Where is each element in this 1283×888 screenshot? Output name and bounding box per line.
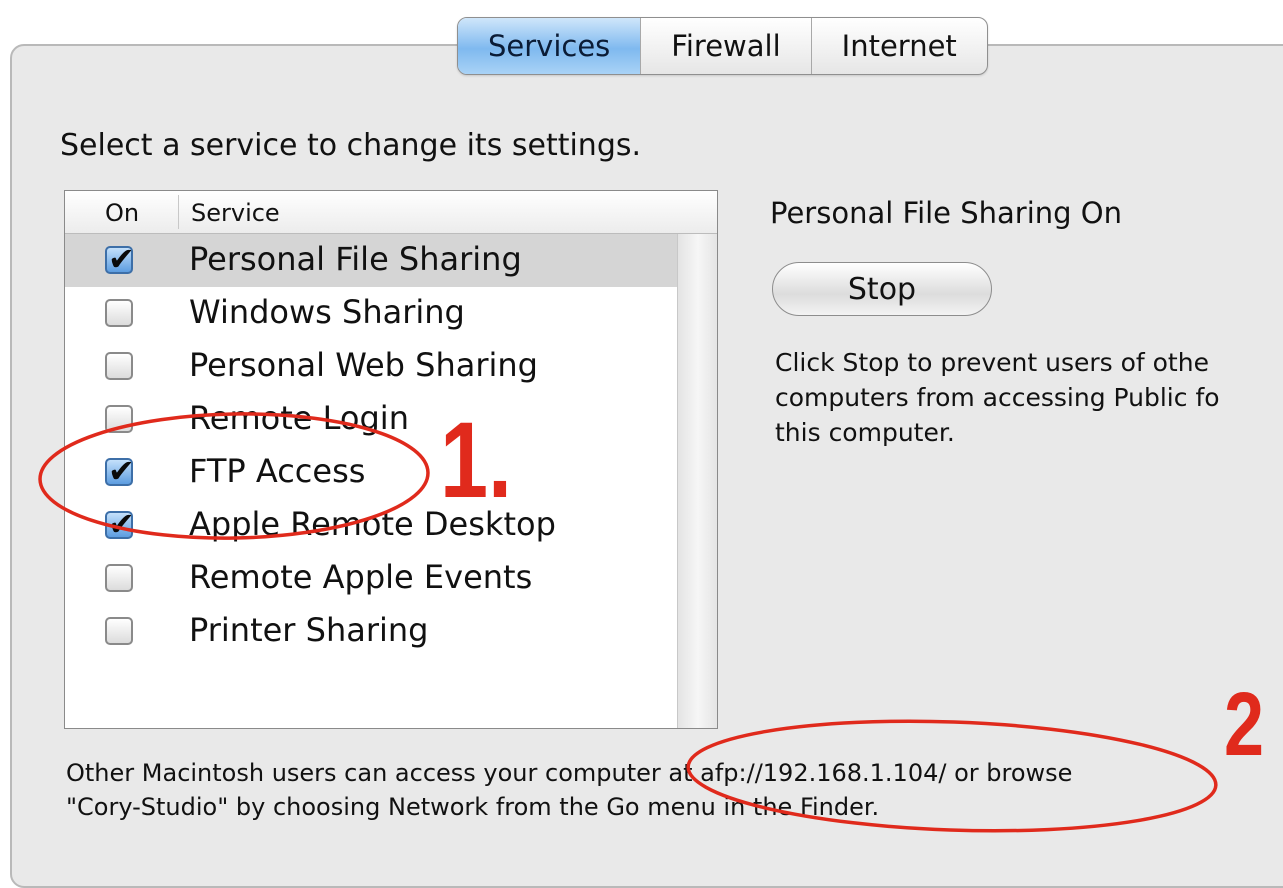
checkbox-apple-remote-desktop[interactable] xyxy=(105,505,135,543)
tab-bar: Services Firewall Internet xyxy=(457,17,988,75)
tab-firewall[interactable]: Firewall xyxy=(641,18,812,74)
column-header-service[interactable]: Service xyxy=(191,199,280,227)
service-row-personal-file-sharing[interactable]: Personal File Sharing xyxy=(65,234,677,287)
service-status-label: Personal File Sharing On xyxy=(770,196,1122,230)
service-row-apple-remote-desktop[interactable]: Apple Remote Desktop xyxy=(65,499,677,552)
annotation-number-one: 1. xyxy=(440,399,513,520)
list-scrollbar[interactable] xyxy=(677,234,717,728)
checkbox-ftp-access[interactable] xyxy=(105,452,135,490)
column-header-on[interactable]: On xyxy=(105,199,139,227)
services-list: On Service Personal File Sharing Windows… xyxy=(64,190,718,729)
description-line: this computer. xyxy=(775,418,955,447)
service-label: Remote Apple Events xyxy=(189,558,533,596)
service-row-ftp-access[interactable]: FTP Access xyxy=(65,446,677,499)
service-label: Remote Login xyxy=(189,399,409,437)
tab-internet[interactable]: Internet xyxy=(812,18,987,74)
footer-info: Other Macintosh users can access your co… xyxy=(66,756,1072,824)
footer-line: "Cory-Studio" by choosing Network from t… xyxy=(66,793,880,821)
service-row-remote-login[interactable]: Remote Login xyxy=(65,393,677,446)
footer-line: Other Macintosh users can access your co… xyxy=(66,759,1073,787)
checkbox-printer-sharing[interactable] xyxy=(105,617,133,645)
service-label: Windows Sharing xyxy=(189,293,465,331)
service-label: Personal Web Sharing xyxy=(189,346,538,384)
service-row-personal-web-sharing[interactable]: Personal Web Sharing xyxy=(65,340,677,393)
checkbox-remote-login[interactable] xyxy=(105,405,133,433)
service-row-printer-sharing[interactable]: Printer Sharing xyxy=(65,605,677,658)
tab-services[interactable]: Services xyxy=(458,18,642,74)
service-label: Printer Sharing xyxy=(189,611,429,649)
list-header: On Service xyxy=(65,191,717,234)
description-line: Click Stop to prevent users of othe xyxy=(775,348,1209,377)
service-row-remote-apple-events[interactable]: Remote Apple Events xyxy=(65,552,677,605)
service-label: Personal File Sharing xyxy=(189,240,522,278)
instructions-label: Select a service to change its settings. xyxy=(60,128,642,163)
service-label: FTP Access xyxy=(189,452,366,490)
service-description: Click Stop to prevent users of othe comp… xyxy=(775,345,1283,450)
description-line: computers from accessing Public fo xyxy=(775,383,1220,412)
checkbox-windows-sharing[interactable] xyxy=(105,299,133,327)
checkbox-remote-apple-events[interactable] xyxy=(105,564,133,592)
checkbox-personal-file-sharing[interactable] xyxy=(105,240,135,278)
annotation-number-two: 2 xyxy=(1224,675,1265,775)
column-divider xyxy=(178,195,179,229)
stop-button[interactable]: Stop xyxy=(772,262,992,316)
service-row-windows-sharing[interactable]: Windows Sharing xyxy=(65,287,677,340)
checkbox-personal-web-sharing[interactable] xyxy=(105,352,133,380)
